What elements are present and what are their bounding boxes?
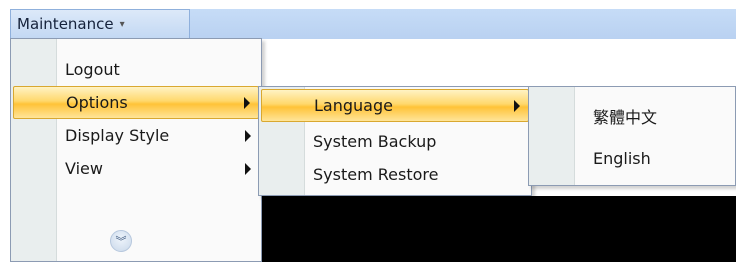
left-border xyxy=(0,9,10,262)
menu-item-label: Language xyxy=(314,96,393,115)
menu-item-label: Options xyxy=(66,93,128,112)
top-strip xyxy=(0,0,736,9)
menu-item-view[interactable]: View xyxy=(13,152,259,185)
dropdown-arrow-icon: ▾ xyxy=(119,18,125,30)
menu-item-system-backup[interactable]: System Backup xyxy=(261,125,529,158)
language-submenu: 繁體中文 English xyxy=(528,86,736,186)
maintenance-menu: Logout Options Display Style View xyxy=(10,38,262,262)
background-area xyxy=(258,196,736,262)
menu-item-label: System Restore xyxy=(313,165,439,184)
menu-item-english[interactable]: English xyxy=(531,142,733,175)
menu-item-label: System Backup xyxy=(313,132,437,151)
submenu-arrow-icon xyxy=(514,99,520,112)
menu-item-label: English xyxy=(593,149,651,168)
menu-item-language[interactable]: Language xyxy=(261,89,529,122)
menu-item-system-restore[interactable]: System Restore xyxy=(261,158,529,191)
options-submenu: Language System Backup System Restore xyxy=(258,86,532,196)
menu-item-label: Logout xyxy=(65,60,120,79)
menu-item-logout[interactable]: Logout xyxy=(13,53,259,86)
submenu-arrow-icon xyxy=(244,96,250,109)
menu-item-display-style[interactable]: Display Style xyxy=(13,119,259,152)
menu-item-options[interactable]: Options xyxy=(13,86,259,119)
submenu-arrow-icon xyxy=(245,129,251,142)
maintenance-menu-button[interactable]: Maintenance ▾ xyxy=(10,9,190,38)
menu-item-label: View xyxy=(65,159,103,178)
maintenance-menu-label: Maintenance xyxy=(17,15,114,33)
double-chevron-down-icon[interactable]: ︾ xyxy=(110,230,132,252)
menu-item-traditional-chinese[interactable]: 繁體中文 xyxy=(531,99,733,132)
menu-item-label: Display Style xyxy=(65,126,170,145)
menu-item-label: 繁體中文 xyxy=(593,107,658,127)
submenu-arrow-icon xyxy=(245,162,251,175)
